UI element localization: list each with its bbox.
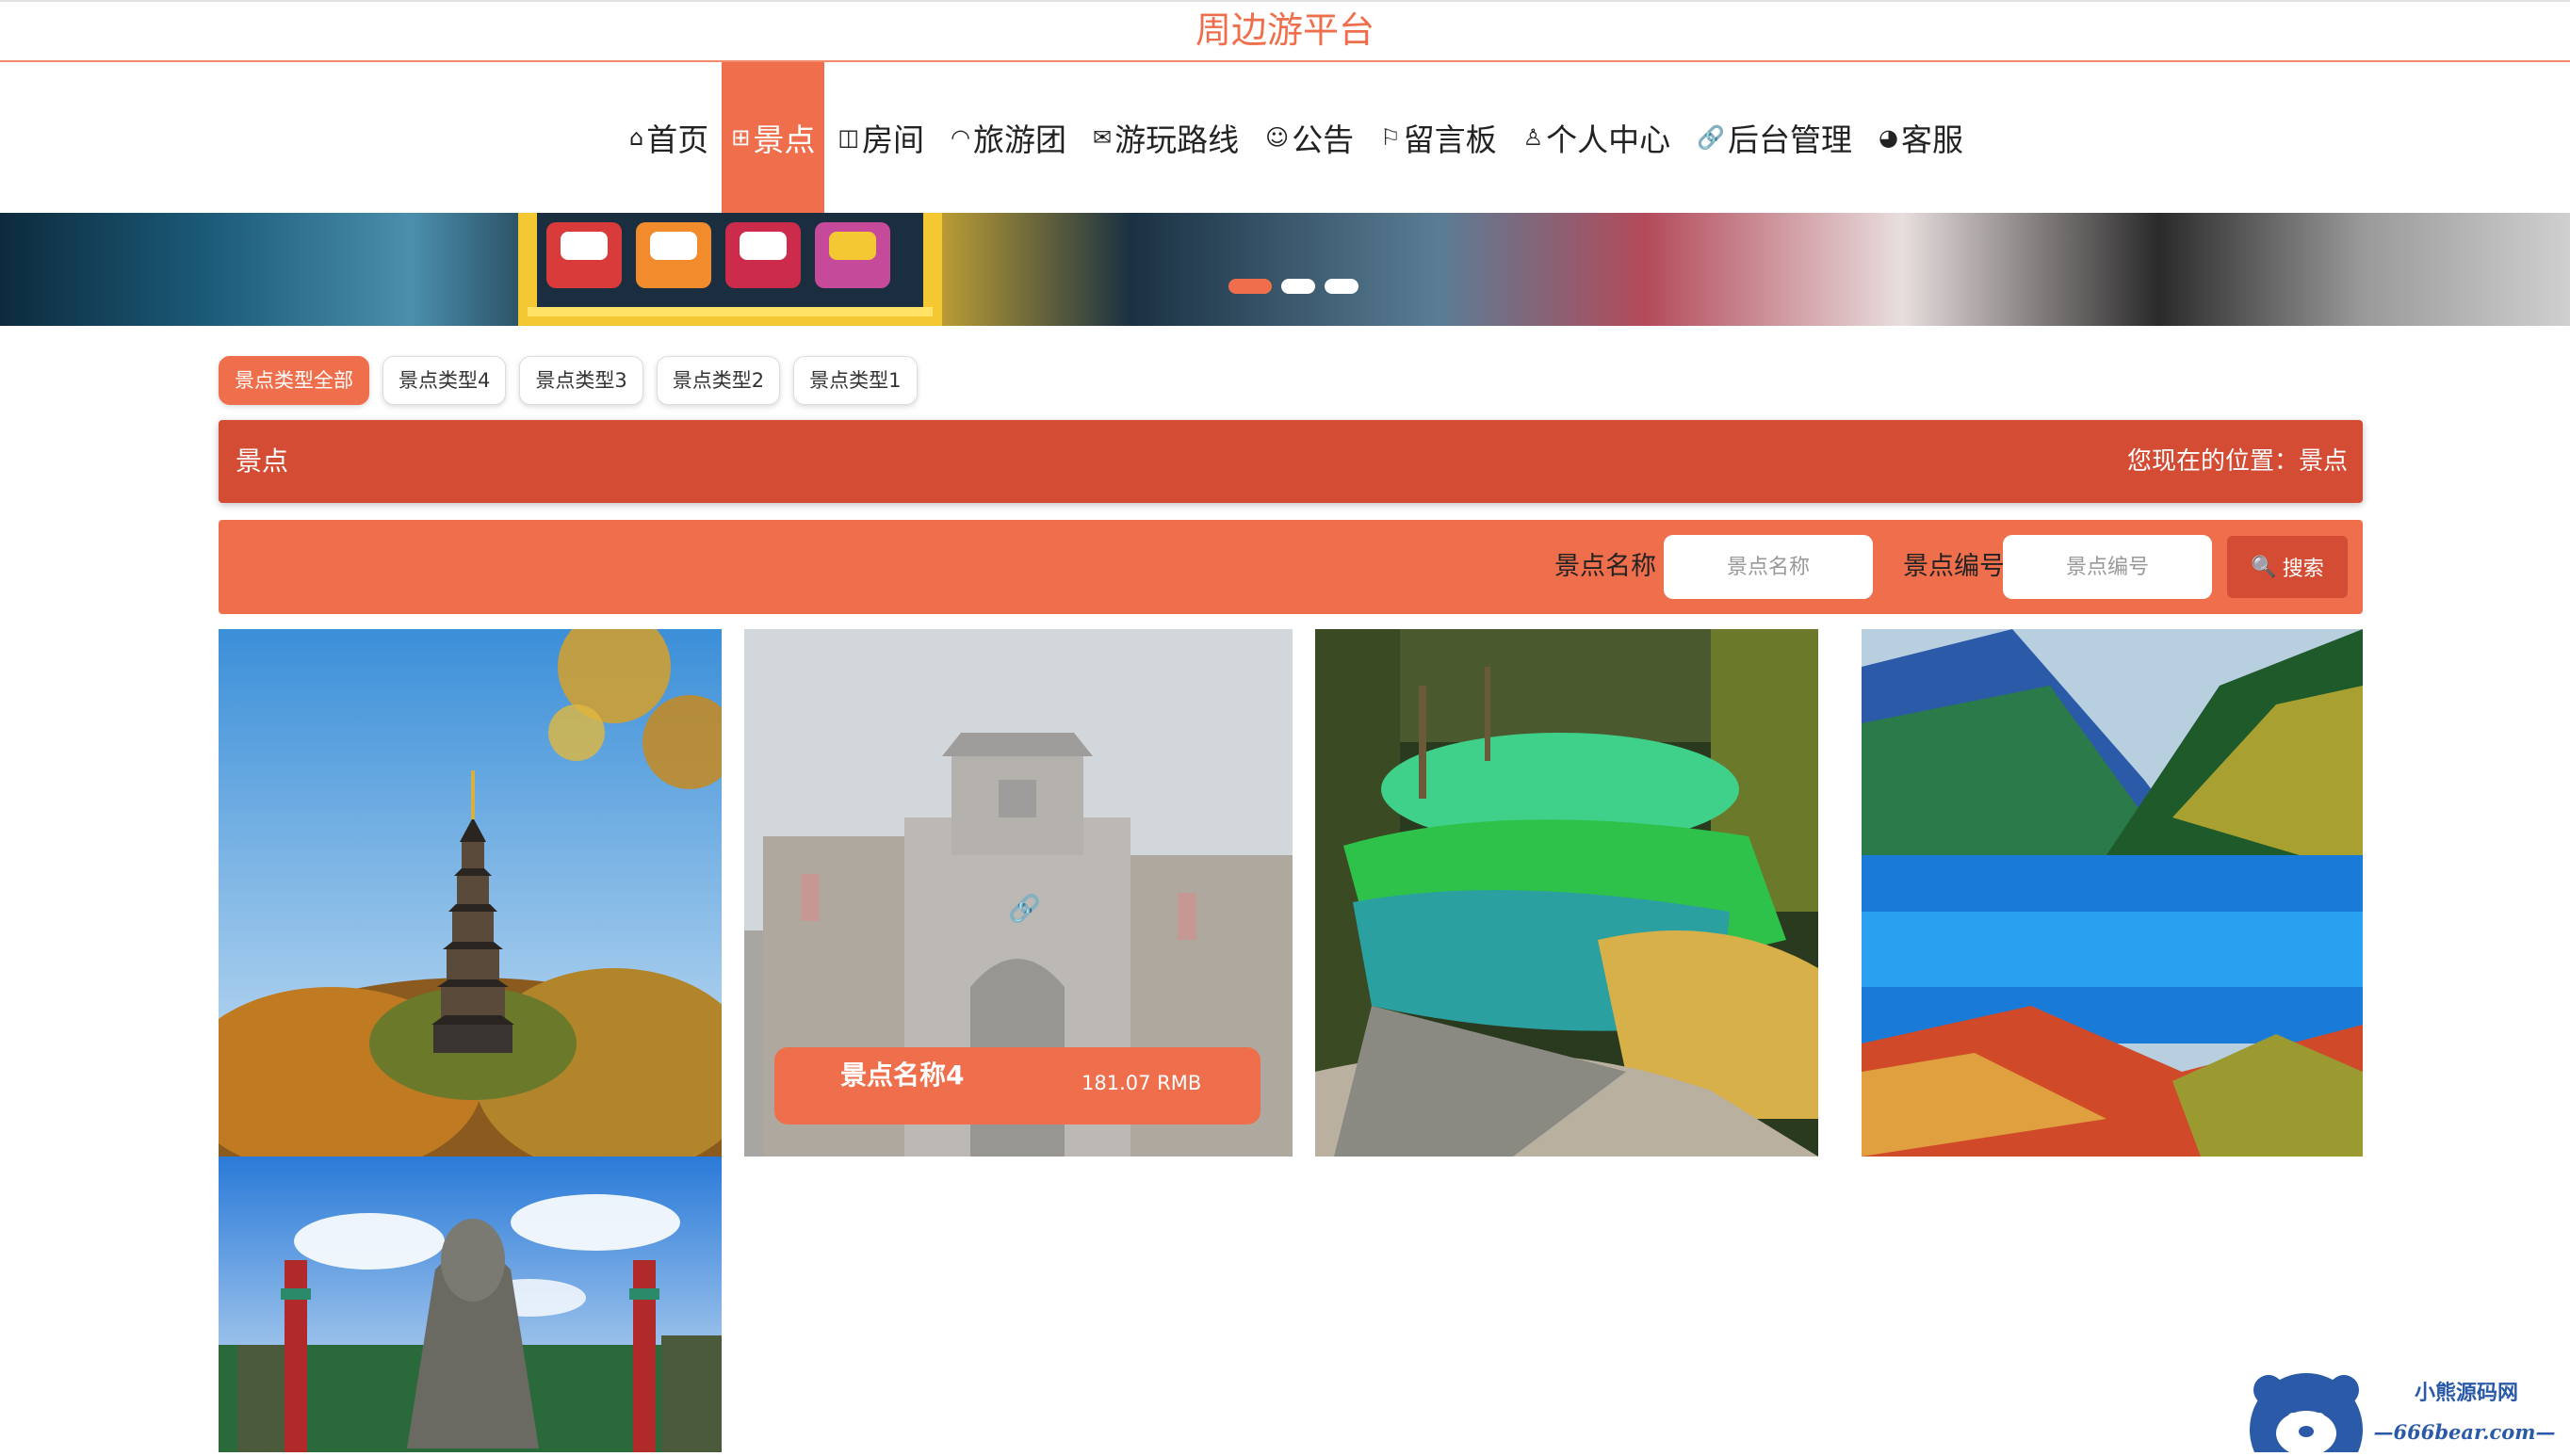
spot-card[interactable] bbox=[219, 1157, 722, 1452]
nav-item-notice[interactable]: ☺ 公告 bbox=[1252, 62, 1367, 213]
search-button[interactable]: 🔍 搜索 bbox=[2227, 536, 2348, 598]
filter-chip-type3[interactable]: 景点类型3 bbox=[519, 356, 643, 405]
nav-item-admin[interactable]: 🔗 后台管理 bbox=[1684, 62, 1865, 213]
dashboard-icon: ◠ bbox=[951, 124, 970, 151]
blue-lake-photo bbox=[1862, 629, 2363, 1157]
home-icon: ⌂ bbox=[629, 124, 644, 151]
name-search-input[interactable] bbox=[1664, 535, 1873, 599]
page-title: 景点 bbox=[236, 445, 289, 477]
type-filter: 景点类型全部 景点类型4 景点类型3 景点类型2 景点类型1 bbox=[219, 356, 918, 405]
search-icon: 🔍 bbox=[2251, 555, 2277, 579]
nav-item-service[interactable]: ◕ 客服 bbox=[1865, 62, 1976, 213]
flag-icon: ⚐ bbox=[1380, 124, 1401, 151]
spot-price: 181.07 RMB bbox=[1082, 1072, 1202, 1094]
filter-chip-type2[interactable]: 景点类型2 bbox=[656, 356, 781, 405]
gift-icon: ⊞ bbox=[731, 124, 751, 151]
name-label: 景点名称 bbox=[1554, 552, 1656, 581]
spot-name: 景点名称4 bbox=[840, 1060, 965, 1091]
spot-card[interactable] bbox=[1862, 629, 2363, 1157]
link-icon[interactable]: 🔗 bbox=[1008, 893, 1041, 924]
search-bar: 景点名称 景点编号 🔍 搜索 bbox=[219, 520, 2363, 614]
spot-card-hovered[interactable]: 🔗 景点名称4 181.07 RMB bbox=[744, 629, 1293, 1157]
user-icon: ♙ bbox=[1522, 124, 1544, 151]
carousel-banner[interactable] bbox=[0, 213, 2570, 326]
filter-chip-all[interactable]: 景点类型全部 bbox=[219, 356, 369, 405]
carousel-dots bbox=[1228, 279, 1358, 294]
filter-chip-type4[interactable]: 景点类型4 bbox=[382, 356, 507, 405]
watermark-url: —666bear.com— bbox=[2374, 1420, 2556, 1444]
breadcrumb: 景点 您现在的位置：景点 bbox=[219, 420, 2363, 503]
code-search-input[interactable] bbox=[2003, 535, 2212, 599]
carousel-dot[interactable] bbox=[1325, 279, 1358, 294]
spot-card[interactable] bbox=[219, 629, 722, 1157]
site-watermark: 小熊源码网 —666bear.com— bbox=[2240, 1364, 2570, 1456]
bell-icon: ☺ bbox=[1265, 124, 1290, 151]
nav-item-profile[interactable]: ♙ 个人中心 bbox=[1510, 62, 1684, 213]
site-title: 周边游平台 bbox=[1195, 9, 1374, 51]
filter-chip-type1[interactable]: 景点类型1 bbox=[793, 356, 918, 405]
pagoda-photo bbox=[219, 629, 722, 1157]
nav-item-spots[interactable]: ⊞ 景点 bbox=[722, 62, 825, 213]
banner-gift-illustration bbox=[518, 213, 942, 326]
main-nav: ⌂ 首页 ⊞ 景点 ◫ 房间 ◠ 旅游团 ✉ 游玩路线 ☺ 公告 ⚐ 留言板 ♙ 个人中心 🔗 后… bbox=[0, 62, 2570, 213]
link-icon: 🔗 bbox=[1697, 124, 1726, 151]
carousel-dot[interactable] bbox=[1281, 279, 1315, 294]
nav-item-tour-group[interactable]: ◠ 旅游团 bbox=[937, 62, 1080, 213]
nav-item-routes[interactable]: ✉ 游玩路线 bbox=[1080, 62, 1252, 213]
watermark-title: 小熊源码网 bbox=[2415, 1381, 2518, 1405]
code-label: 景点编号 bbox=[1903, 552, 2005, 581]
current-location: 您现在的位置：景点 bbox=[2126, 447, 2348, 476]
nav-item-home[interactable]: ⌂ 首页 bbox=[616, 62, 722, 213]
romance-park-photo bbox=[219, 1157, 722, 1452]
door-icon: ◫ bbox=[838, 124, 860, 151]
bear-logo-icon: 小熊源码网 —666bear.com— bbox=[2250, 1373, 2556, 1456]
nav-item-message-board[interactable]: ⚐ 留言板 bbox=[1367, 62, 1510, 213]
service-icon: ◕ bbox=[1879, 124, 1898, 151]
nav-item-rooms[interactable]: ◫ 房间 bbox=[824, 62, 937, 213]
carousel-dot[interactable] bbox=[1228, 279, 1272, 294]
mail-icon: ✉ bbox=[1092, 124, 1113, 151]
green-pool-photo bbox=[1315, 629, 1818, 1157]
spot-info-box: 景点名称4 181.07 RMB bbox=[774, 1047, 1261, 1124]
spot-card[interactable] bbox=[1315, 629, 1818, 1157]
